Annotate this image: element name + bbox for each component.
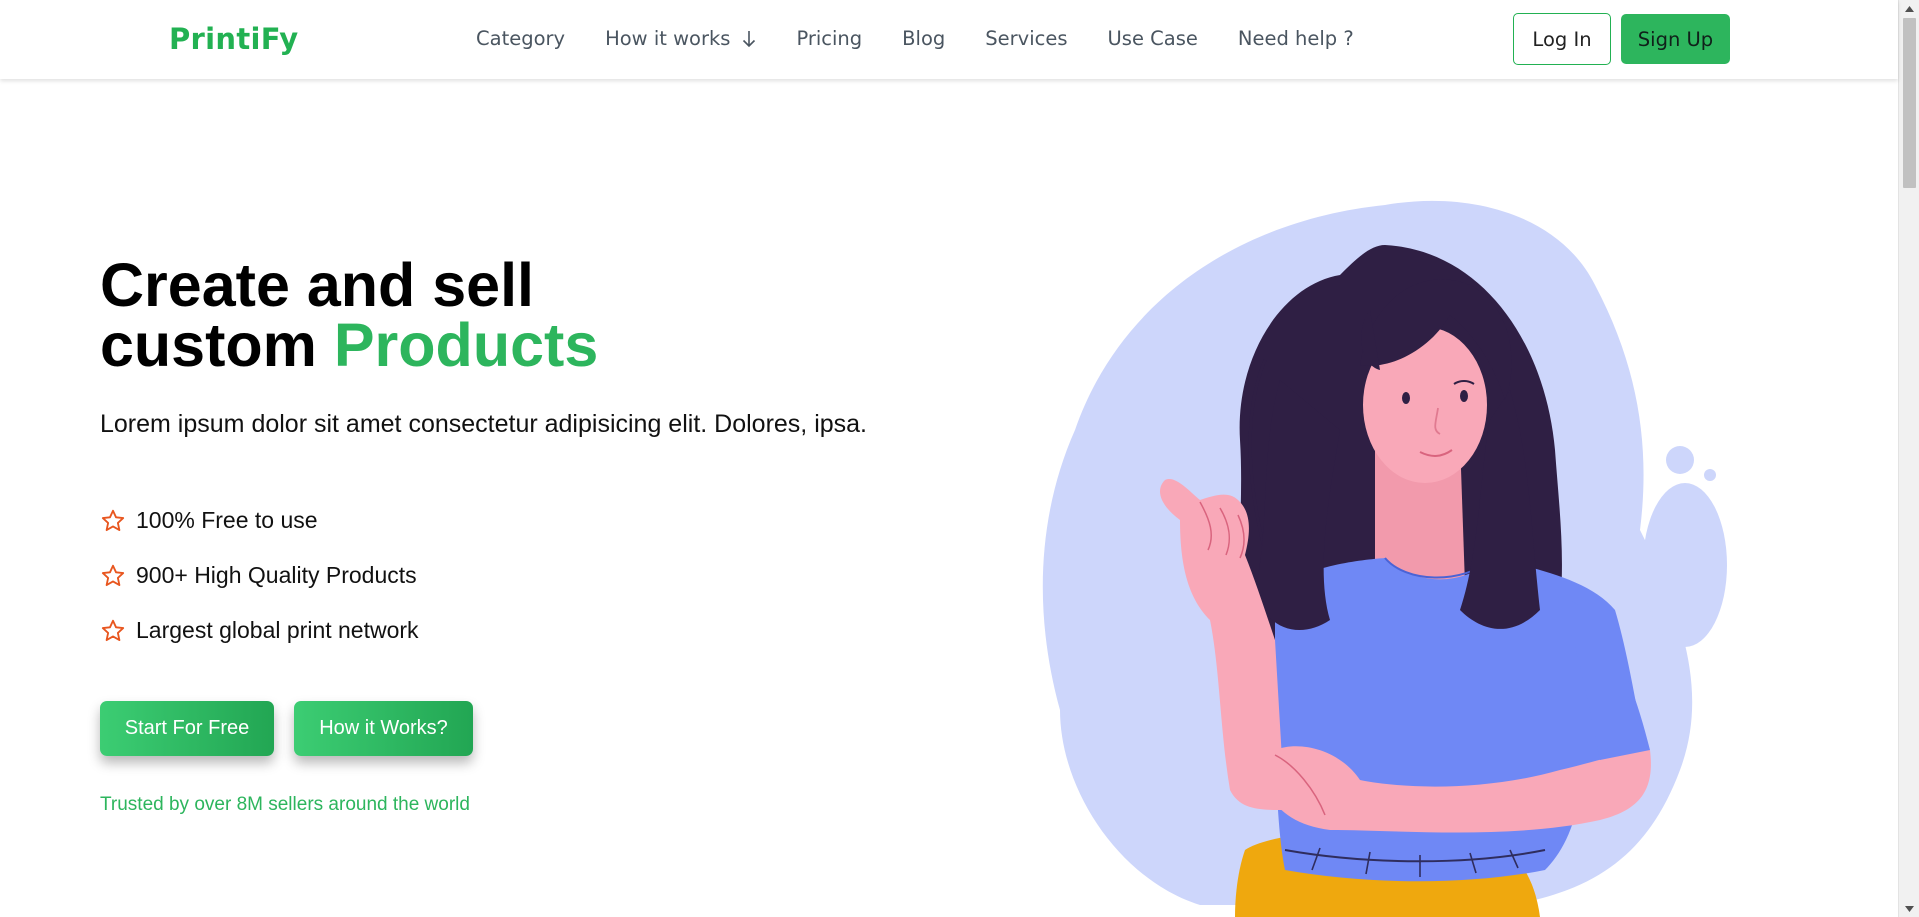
nav-category-label: Category [476, 27, 566, 50]
arrow-down-icon [743, 30, 756, 47]
hero-title-line1: Create and sell [100, 251, 534, 319]
hero-title-line2-prefix: custom [100, 311, 334, 379]
nav-services[interactable]: Services [985, 27, 1067, 50]
trusted-by-text: Trusted by over 8M sellers around the wo… [100, 794, 470, 815]
login-button[interactable]: Log In [1513, 13, 1611, 65]
scroll-down-arrow-icon[interactable] [1899, 900, 1919, 917]
how-it-works-button[interactable]: How it Works? [294, 701, 473, 756]
nav-blog-label: Blog [902, 27, 946, 50]
star-outline-icon [101, 509, 125, 531]
nav-how-it-works[interactable]: How it works [605, 27, 756, 50]
scroll-thumb[interactable] [1903, 18, 1916, 188]
feature-list: 100% Free to use 900+ High Quality Produ… [100, 493, 419, 658]
brand-logo[interactable]: PrintiFy [169, 22, 298, 56]
start-for-free-button[interactable]: Start For Free [100, 701, 274, 756]
feature-item: 900+ High Quality Products [100, 548, 419, 603]
main-nav: Category How it works Pricing Blog Servi… [476, 27, 1394, 50]
nav-pricing-label: Pricing [796, 27, 863, 50]
signup-button[interactable]: Sign Up [1621, 14, 1730, 64]
nav-use-case[interactable]: Use Case [1108, 27, 1198, 50]
nav-pricing[interactable]: Pricing [796, 27, 862, 50]
hero-title-accent: Products [333, 311, 599, 379]
hero-title: Create and sell custom Products [100, 255, 598, 376]
nav-how-it-works-label: How it works [605, 27, 731, 50]
hero-subtitle: Lorem ipsum dolor sit amet consectetur a… [100, 410, 868, 438]
star-outline-icon [101, 564, 125, 586]
nav-services-label: Services [985, 27, 1068, 50]
nav-need-help[interactable]: Need help ? [1238, 27, 1354, 50]
feature-text: 100% Free to use [136, 507, 318, 533]
nav-category[interactable]: Category [476, 27, 565, 50]
woman-pointing-illustration [1042, 200, 1727, 917]
feature-text: Largest global print network [136, 617, 419, 643]
feature-item: Largest global print network [100, 603, 419, 658]
feature-item: 100% Free to use [100, 493, 419, 548]
nav-need-help-label: Need help ? [1237, 27, 1354, 50]
page-scrollbar[interactable] [1898, 0, 1919, 917]
scroll-up-arrow-icon[interactable] [1899, 0, 1919, 17]
background-blob-small [1643, 483, 1727, 647]
star-outline-icon [101, 619, 125, 641]
nav-blog[interactable]: Blog [902, 27, 945, 50]
top-navbar: PrintiFy Category How it works Pricing B… [0, 0, 1898, 79]
feature-text: 900+ High Quality Products [136, 562, 417, 588]
nav-use-case-label: Use Case [1107, 27, 1198, 50]
